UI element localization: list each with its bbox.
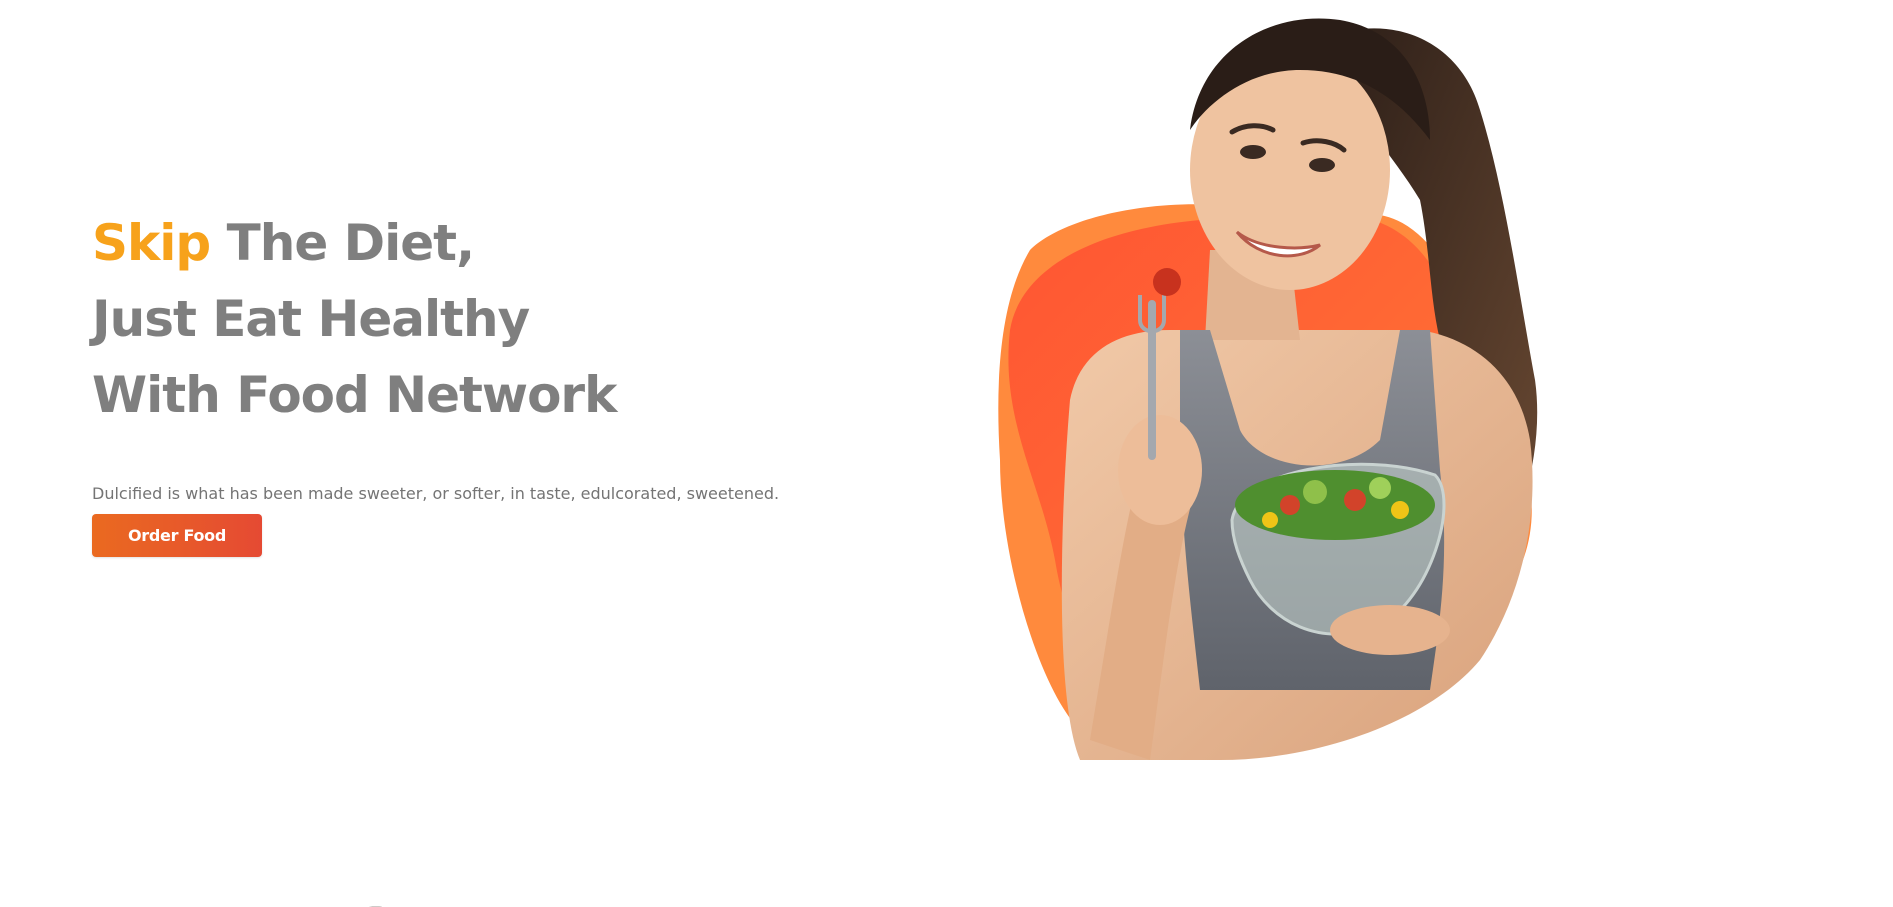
right-hand-shape — [1330, 605, 1450, 655]
hero-image — [960, 0, 1640, 780]
headline-line-3: With Food Network — [92, 366, 617, 424]
headline-line-2: Just Eat Healthy — [92, 290, 530, 348]
cherry-tomato-shape — [1153, 268, 1181, 296]
next-section-image-peek — [320, 893, 440, 907]
right-eye-shape — [1309, 158, 1335, 172]
headline-line-1-rest: The Diet, — [210, 214, 475, 272]
headline-line-1: Skip The Diet, — [92, 205, 812, 281]
hero-tagline: Dulcified is what has been made sweeter,… — [92, 484, 780, 503]
headline-accent-word: Skip — [92, 214, 211, 272]
landing-page: Skip The Diet, Just Eat Healthy With Foo… — [0, 0, 1893, 907]
left-hand-shape — [1118, 415, 1202, 525]
hero-section: Skip The Diet, Just Eat Healthy With Foo… — [92, 205, 812, 557]
left-eye-shape — [1240, 145, 1266, 159]
order-food-button[interactable]: Order Food — [92, 514, 262, 557]
fork-handle-shape — [1148, 300, 1156, 460]
hero-headline: Skip The Diet, Just Eat Healthy With Foo… — [92, 205, 812, 433]
woman-eating-salad-illustration — [998, 18, 1538, 760]
